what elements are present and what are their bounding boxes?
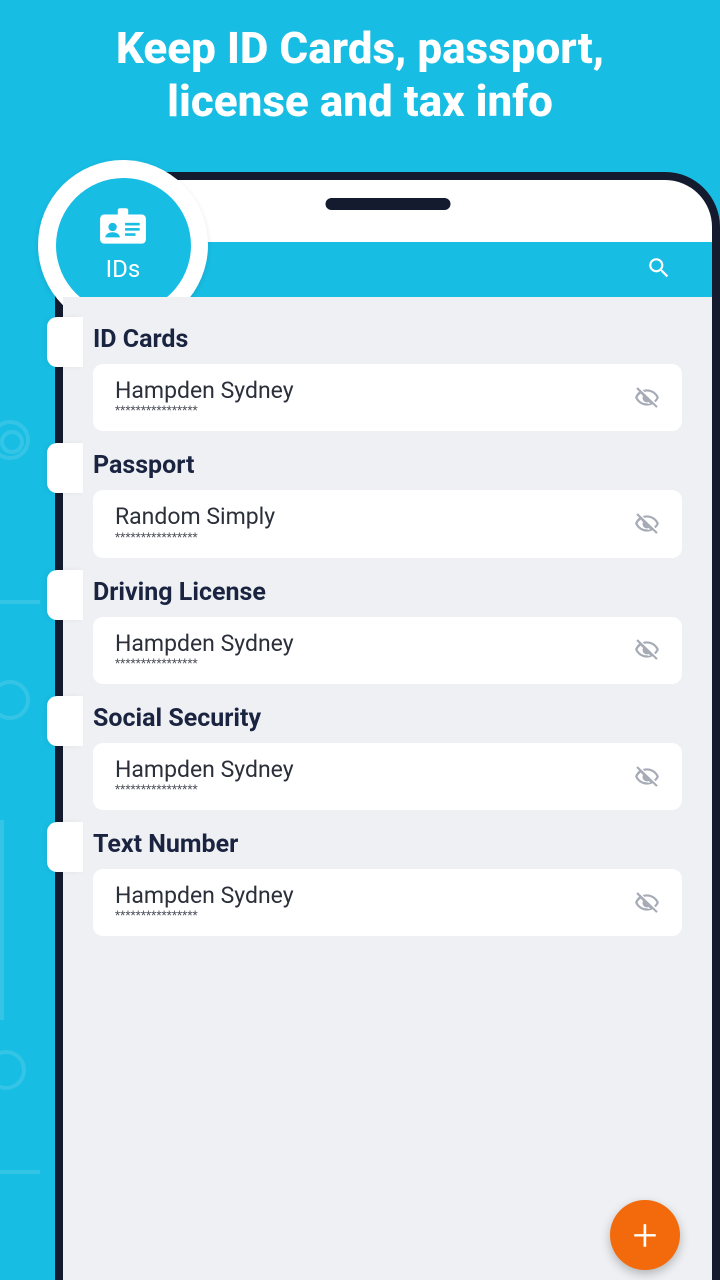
item-name: Random Simply — [115, 504, 632, 529]
id-card-icon — [98, 207, 148, 255]
bg-decoration — [0, 820, 4, 1020]
visibility-off-icon[interactable] — [634, 385, 660, 411]
list-item[interactable]: Hampden Sydney **************** — [93, 364, 682, 431]
section-header: Text Number — [93, 830, 682, 859]
item-name: Hampden Sydney — [115, 757, 632, 782]
section-header: Passport — [93, 451, 682, 480]
section: Social Security Hampden Sydney *********… — [83, 704, 682, 810]
category-badge-label: IDs — [106, 255, 141, 283]
item-masked-value: **************** — [115, 782, 632, 796]
item-masked-value: **************** — [115, 403, 632, 417]
list-item[interactable]: Hampden Sydney **************** — [93, 869, 682, 936]
bg-decoration — [0, 1170, 40, 1174]
bg-decoration — [0, 680, 30, 720]
bg-decoration — [0, 600, 40, 604]
section-header: ID Cards — [93, 325, 682, 354]
visibility-off-icon[interactable] — [634, 511, 660, 537]
list-item[interactable]: Hampden Sydney **************** — [93, 617, 682, 684]
item-masked-value: **************** — [115, 656, 632, 670]
item-name: Hampden Sydney — [115, 883, 632, 908]
plus-icon: + — [633, 1209, 658, 1261]
visibility-off-icon[interactable] — [634, 637, 660, 663]
section: ID Cards Hampden Sydney **************** — [83, 325, 682, 431]
content-area: ID Cards Hampden Sydney ****************… — [63, 297, 712, 1280]
bg-decoration — [0, 420, 30, 460]
phone-frame: IDs ID Cards Hampden Sydney ************… — [55, 172, 720, 1280]
list-item[interactable]: Hampden Sydney **************** — [93, 743, 682, 810]
section-tab[interactable] — [47, 443, 83, 493]
item-masked-value: **************** — [115, 908, 632, 922]
item-name: Hampden Sydney — [115, 631, 632, 656]
visibility-off-icon[interactable] — [634, 764, 660, 790]
page-headline: Keep ID Cards, passport, license and tax… — [0, 0, 720, 138]
section-tab[interactable] — [47, 317, 83, 367]
section-tab[interactable] — [47, 570, 83, 620]
add-button[interactable]: + — [610, 1200, 680, 1270]
section-header: Social Security — [93, 704, 682, 733]
item-name: Hampden Sydney — [115, 378, 632, 403]
section: Text Number Hampden Sydney *************… — [83, 830, 682, 936]
search-icon[interactable] — [646, 255, 672, 285]
section-tab[interactable] — [47, 822, 83, 872]
item-masked-value: **************** — [115, 530, 632, 544]
visibility-off-icon[interactable] — [634, 890, 660, 916]
phone-speaker — [325, 198, 450, 210]
section-header: Driving License — [93, 578, 682, 607]
list-item[interactable]: Random Simply **************** — [93, 490, 682, 557]
section: Passport Random Simply **************** — [83, 451, 682, 557]
bg-decoration — [0, 1050, 26, 1090]
section-tab[interactable] — [47, 696, 83, 746]
section: Driving License Hampden Sydney *********… — [83, 578, 682, 684]
